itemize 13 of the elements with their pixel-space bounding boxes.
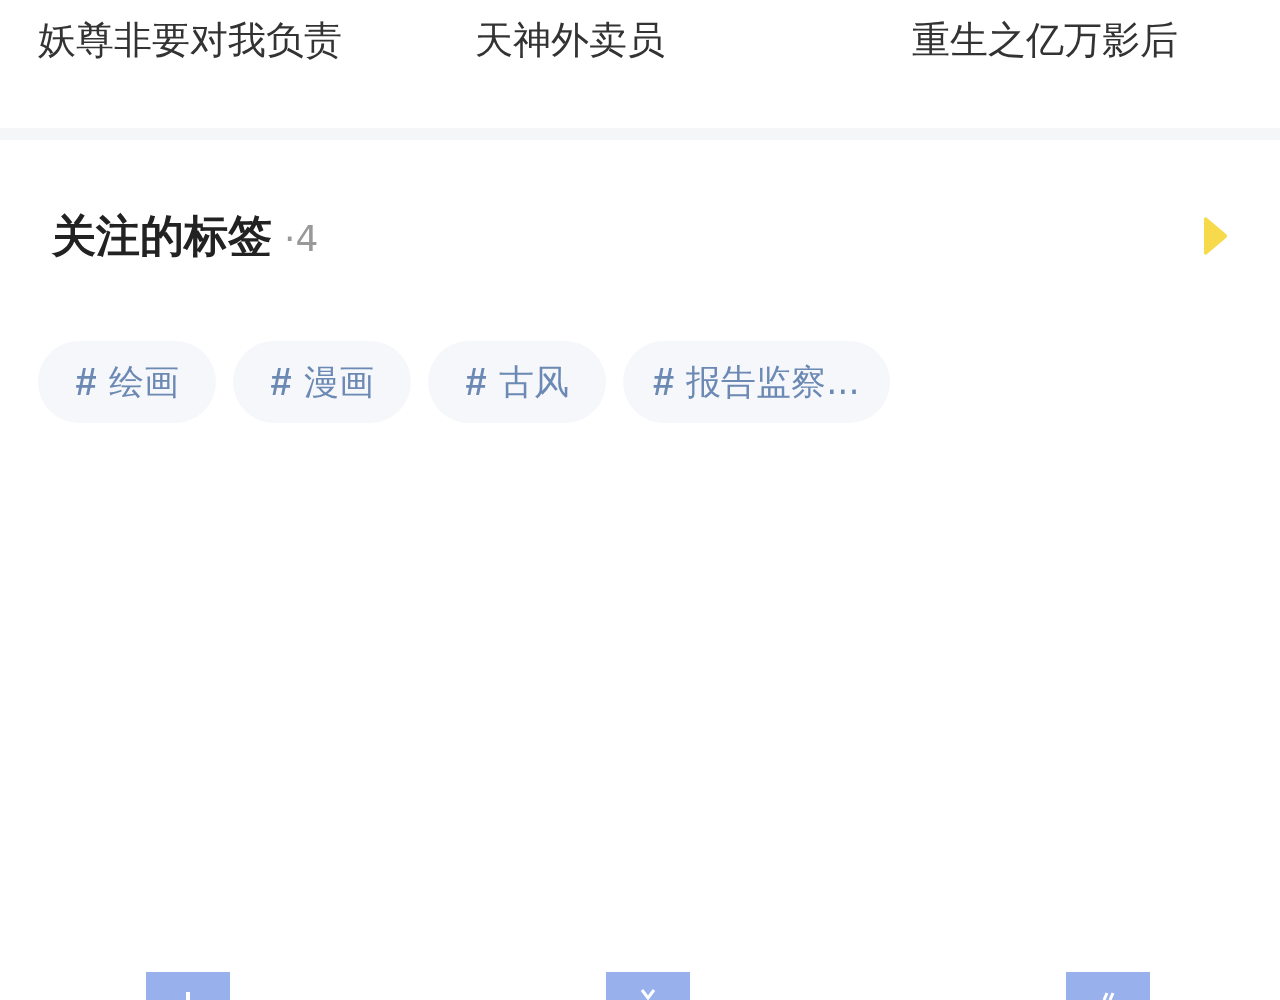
- tag-chip[interactable]: # 绘画: [38, 341, 216, 423]
- book-title[interactable]: 妖尊非要对我负责: [38, 14, 342, 66]
- tag-count: ·4: [284, 218, 319, 259]
- tag-chip[interactable]: # 报告监察...: [623, 341, 890, 423]
- tile-icon[interactable]: [1066, 972, 1150, 1000]
- caret-icon[interactable]: [1202, 216, 1228, 256]
- tile-icon[interactable]: [606, 972, 690, 1000]
- tag-chip[interactable]: # 漫画: [233, 341, 411, 423]
- tag-chip[interactable]: # 古风: [428, 341, 606, 423]
- tile-icon[interactable]: [146, 972, 230, 1000]
- book-title[interactable]: 天神外卖员: [475, 14, 665, 66]
- book-title[interactable]: 重生之亿万影后: [912, 14, 1178, 66]
- section-title: 关注的标签: [52, 210, 272, 262]
